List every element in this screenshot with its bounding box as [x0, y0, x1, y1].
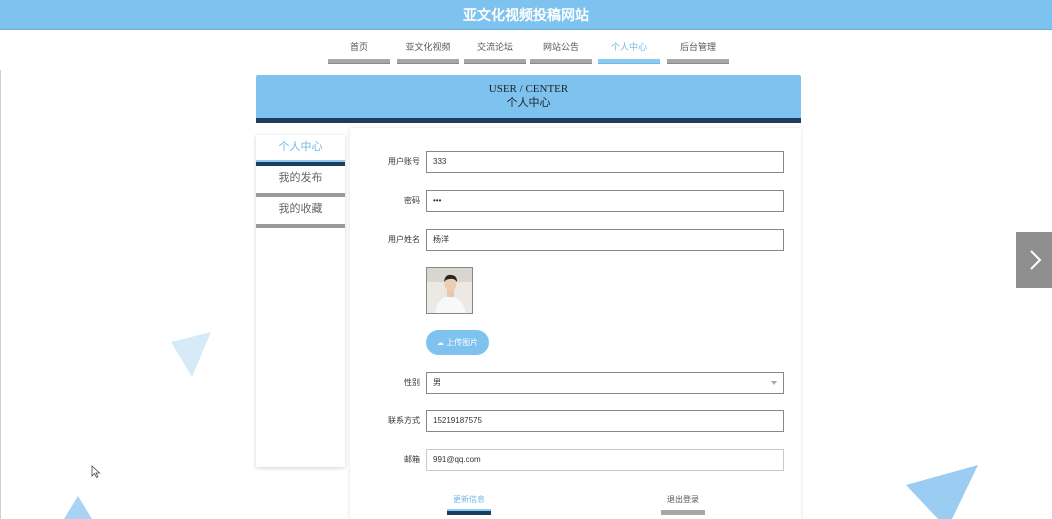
update-button-label: 更新信息 — [453, 495, 485, 504]
nav-item-underline — [328, 59, 390, 64]
sidebar-item-underline — [256, 224, 345, 228]
nav-item-home[interactable]: 首页 — [328, 40, 390, 64]
banner-title-cn: 个人中心 — [506, 97, 551, 109]
sidebar-item-label: 我的收藏 — [278, 203, 323, 215]
name-input[interactable]: 杨洋 — [426, 229, 784, 251]
nav-item-forum[interactable]: 交流论坛 — [464, 40, 526, 64]
nav-item-underline — [530, 59, 592, 64]
nav-item-announcements[interactable]: 网站公告 — [530, 40, 592, 64]
page-left-border — [0, 70, 1, 519]
user-sidebar: 个人中心 我的发布 我的收藏 — [256, 135, 345, 467]
nav-item-label: 首页 — [349, 42, 368, 52]
phone-input[interactable]: 15219187575 — [426, 410, 784, 432]
decorative-triangle — [64, 496, 92, 519]
name-label: 用户姓名 — [388, 235, 420, 244]
nav-item-underline — [464, 59, 526, 64]
form-row-account: 用户账号 333 — [350, 151, 801, 173]
form-row-email: 邮箱 991@qq.com — [350, 449, 801, 471]
gender-selected-value: 男 — [433, 378, 441, 387]
logout-button-label: 退出登录 — [667, 495, 699, 504]
decorative-triangle — [171, 332, 211, 377]
nav-item-user-center[interactable]: 个人中心 — [598, 40, 660, 64]
phone-label: 联系方式 — [388, 416, 420, 425]
password-label: 密码 — [404, 196, 420, 205]
next-page-button[interactable] — [1016, 232, 1052, 288]
upload-image-button[interactable]: ☁ 上传图片 — [426, 330, 489, 355]
avatar — [426, 267, 473, 314]
form-row-name: 用户姓名 杨洋 — [350, 229, 801, 251]
decorative-triangle — [906, 465, 978, 519]
gender-select[interactable]: 男 — [426, 372, 784, 394]
nav-item-underline — [598, 59, 660, 64]
update-info-button[interactable]: 更新信息 — [447, 493, 491, 515]
banner-title-en: USER / CENTER — [488, 83, 569, 95]
nav-item-underline — [397, 59, 459, 64]
account-input[interactable]: 333 — [426, 151, 784, 173]
button-underline — [661, 510, 705, 515]
nav-item-label: 亚文化视频 — [405, 42, 451, 52]
form-row-gender: 性别 男 — [350, 372, 801, 394]
nav-item-label: 后台管理 — [679, 42, 716, 52]
button-underline — [447, 509, 491, 515]
chevron-down-icon — [771, 381, 777, 385]
sidebar-item-my-posts[interactable]: 我的发布 — [256, 166, 345, 197]
site-header: 亚文化视频投稿网站 — [0, 0, 1052, 30]
logout-button[interactable]: 退出登录 — [661, 493, 705, 515]
upload-button-label: 上传图片 — [446, 338, 479, 347]
sidebar-item-label: 我的发布 — [278, 172, 323, 184]
sidebar-item-label: 个人中心 — [278, 141, 323, 153]
password-input[interactable]: ••• — [426, 190, 784, 212]
nav-item-admin[interactable]: 后台管理 — [667, 40, 729, 64]
avatar-photo-icon — [427, 268, 472, 313]
sidebar-item-user-center[interactable]: 个人中心 — [256, 135, 345, 166]
email-label: 邮箱 — [404, 455, 420, 464]
upload-cloud-icon: ☁ — [436, 340, 444, 347]
mouse-cursor-icon — [91, 465, 101, 479]
form-row-phone: 联系方式 15219187575 — [350, 410, 801, 432]
profile-form: 用户账号 333 密码 ••• 用户姓名 杨洋 ☁ 上传图片 性别 男 联系方式… — [350, 128, 801, 519]
sidebar-item-my-favorites[interactable]: 我的收藏 — [256, 197, 345, 228]
site-title: 亚文化视频投稿网站 — [463, 7, 589, 23]
nav-item-videos[interactable]: 亚文化视频 — [397, 40, 459, 64]
nav-item-label: 交流论坛 — [476, 42, 513, 52]
account-label: 用户账号 — [388, 157, 420, 166]
chevron-right-icon — [1030, 250, 1042, 270]
page-banner: USER / CENTER 个人中心 — [256, 75, 801, 123]
nav-item-label: 网站公告 — [542, 42, 579, 52]
email-input[interactable]: 991@qq.com — [426, 449, 784, 471]
gender-label: 性别 — [404, 378, 420, 387]
form-row-password: 密码 ••• — [350, 190, 801, 212]
nav-item-label: 个人中心 — [610, 42, 647, 52]
nav-item-underline — [667, 59, 729, 64]
